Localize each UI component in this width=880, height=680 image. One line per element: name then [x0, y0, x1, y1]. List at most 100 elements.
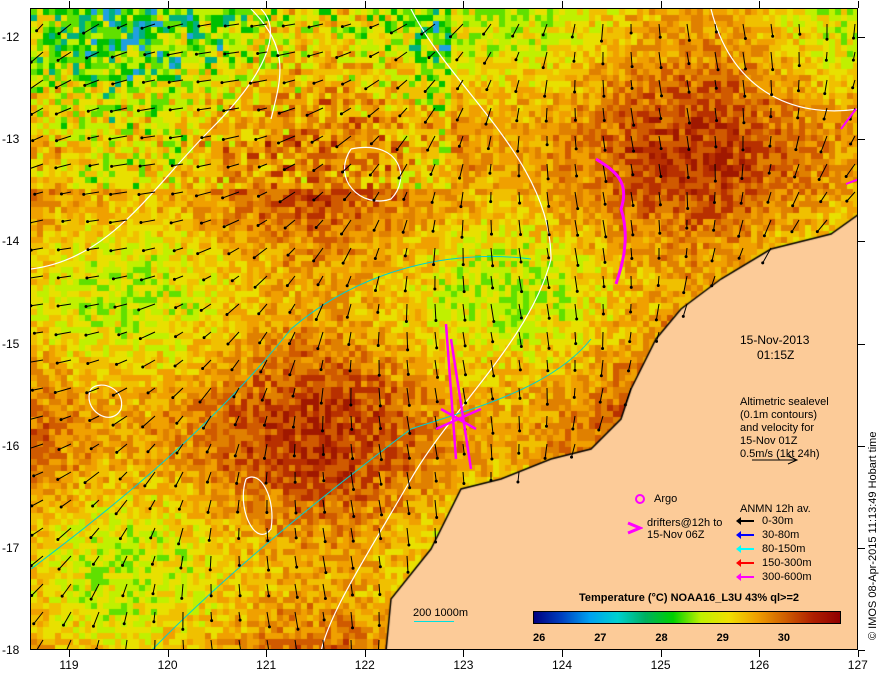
velocity-arrow-head — [172, 249, 176, 253]
velocity-arrow — [518, 275, 523, 292]
velocity-arrow — [206, 471, 212, 483]
velocity-arrow-head — [545, 143, 549, 147]
velocity-arrow-head — [681, 314, 685, 318]
velocity-arrow-head — [56, 248, 60, 252]
velocity-arrow-head — [740, 177, 744, 181]
velocity-arrow-head — [687, 90, 691, 94]
velocity-arrow-head — [435, 456, 439, 460]
velocity-arrow-head — [222, 225, 226, 229]
velocity-arrow-head — [341, 261, 345, 265]
velocity-arrow — [396, 135, 408, 150]
velocity-arrow — [284, 79, 296, 84]
drifter-track — [435, 323, 482, 470]
lon-tick-label: 124 — [551, 658, 573, 672]
velocity-arrow-head — [201, 426, 205, 430]
velocity-arrow — [658, 51, 662, 68]
velocity-arrow-head — [54, 112, 58, 116]
velocity-arrow-head — [710, 259, 714, 263]
velocity-arrow — [55, 163, 72, 169]
velocity-arrow-head — [434, 540, 438, 544]
velocity-arrow-head — [379, 458, 383, 462]
lon-tick-label: 126 — [749, 658, 770, 672]
velocity-arrow-head — [602, 94, 606, 98]
velocity-arrow — [322, 555, 327, 573]
velocity-arrow-head — [110, 164, 114, 168]
velocity-arrow — [90, 527, 100, 538]
velocity-arrow — [294, 499, 297, 514]
velocity-arrow — [57, 303, 72, 307]
velocity-arrow-head — [819, 200, 823, 204]
velocity-arrow-head — [629, 285, 633, 289]
velocity-arrow-head — [196, 80, 200, 84]
velocity-arrow-head — [458, 176, 462, 180]
velocity-arrow-head — [146, 391, 150, 395]
velocity-arrow — [83, 23, 100, 34]
colorbar-tick-label: 30 — [777, 632, 791, 644]
velocity-arrow-head — [321, 453, 325, 457]
velocity-arrow-head — [743, 67, 747, 71]
velocity-arrow-head — [377, 373, 381, 377]
velocity-arrow-head — [248, 81, 252, 85]
velocity-arrow-head — [844, 174, 848, 178]
velocity-arrow-head — [267, 568, 271, 572]
velocity-arrow-head — [791, 204, 795, 208]
velocity-arrow-head — [205, 450, 209, 454]
velocity-arrow-head — [547, 286, 551, 290]
velocity-arrow — [141, 23, 156, 29]
velocity-arrow-head — [316, 347, 320, 351]
velocity-arrow-head — [378, 592, 382, 596]
velocity-arrow-head — [323, 510, 327, 514]
velocity-arrow — [31, 499, 44, 507]
velocity-arrow-head — [572, 395, 576, 399]
velocity-arrow-head — [319, 368, 323, 372]
velocity-arrow-head — [420, 32, 424, 36]
velocity-arrow-head — [737, 256, 741, 260]
velocity-arrow-head — [167, 25, 171, 29]
velocity-arrow-head — [632, 149, 636, 153]
velocity-arrow — [542, 23, 548, 36]
velocity-arrow-head — [491, 340, 495, 344]
velocity-arrow-head — [173, 364, 177, 368]
velocity-arrow — [516, 107, 520, 121]
velocity-arrow-head — [432, 263, 436, 267]
velocity-arrow-head — [712, 200, 716, 204]
velocity-arrow — [434, 331, 438, 348]
velocity-arrow-head — [350, 648, 353, 649]
velocity-arrow-head — [54, 333, 58, 337]
velocity-arrow — [112, 51, 128, 58]
velocity-arrow — [168, 23, 184, 28]
velocity-arrow-head — [576, 207, 580, 211]
velocity-arrow — [421, 23, 436, 35]
velocity-arrow — [406, 387, 410, 406]
velocity-arrow-head — [267, 594, 271, 598]
velocity-arrow-head — [91, 504, 95, 508]
velocity-arrow — [406, 555, 409, 573]
velocity-arrow-head — [83, 83, 87, 87]
velocity-arrow-head — [94, 647, 98, 649]
velocity-arrow-head — [547, 204, 551, 208]
velocity-arrow-head — [491, 286, 495, 290]
velocity-arrow — [209, 555, 212, 570]
velocity-arrow-head — [686, 207, 690, 211]
velocity-arrow-head — [114, 512, 118, 516]
velocity-arrow-head — [491, 264, 495, 268]
velocity-arrow-head — [545, 402, 549, 406]
velocity-arrow-head — [602, 119, 606, 123]
velocity-arrow-head — [341, 170, 345, 174]
velocity-arrow — [517, 135, 520, 152]
velocity-arrow-head — [389, 31, 393, 35]
velocity-arrow-head — [288, 373, 292, 377]
colorbar-tick-label: 28 — [655, 632, 668, 644]
velocity-arrow — [294, 639, 297, 649]
velocity-arrow — [197, 247, 212, 255]
velocity-arrow-head — [514, 58, 518, 62]
velocity-arrow-head — [201, 367, 205, 371]
velocity-arrow — [599, 387, 604, 403]
velocity-arrow — [571, 23, 576, 38]
velocity-arrow-head — [379, 482, 383, 486]
velocity-arrow-head — [822, 117, 826, 121]
velocity-arrow — [122, 555, 128, 566]
velocity-arrow-head — [603, 202, 607, 206]
velocity-arrow — [111, 163, 128, 167]
velocity-arrow — [259, 331, 268, 344]
